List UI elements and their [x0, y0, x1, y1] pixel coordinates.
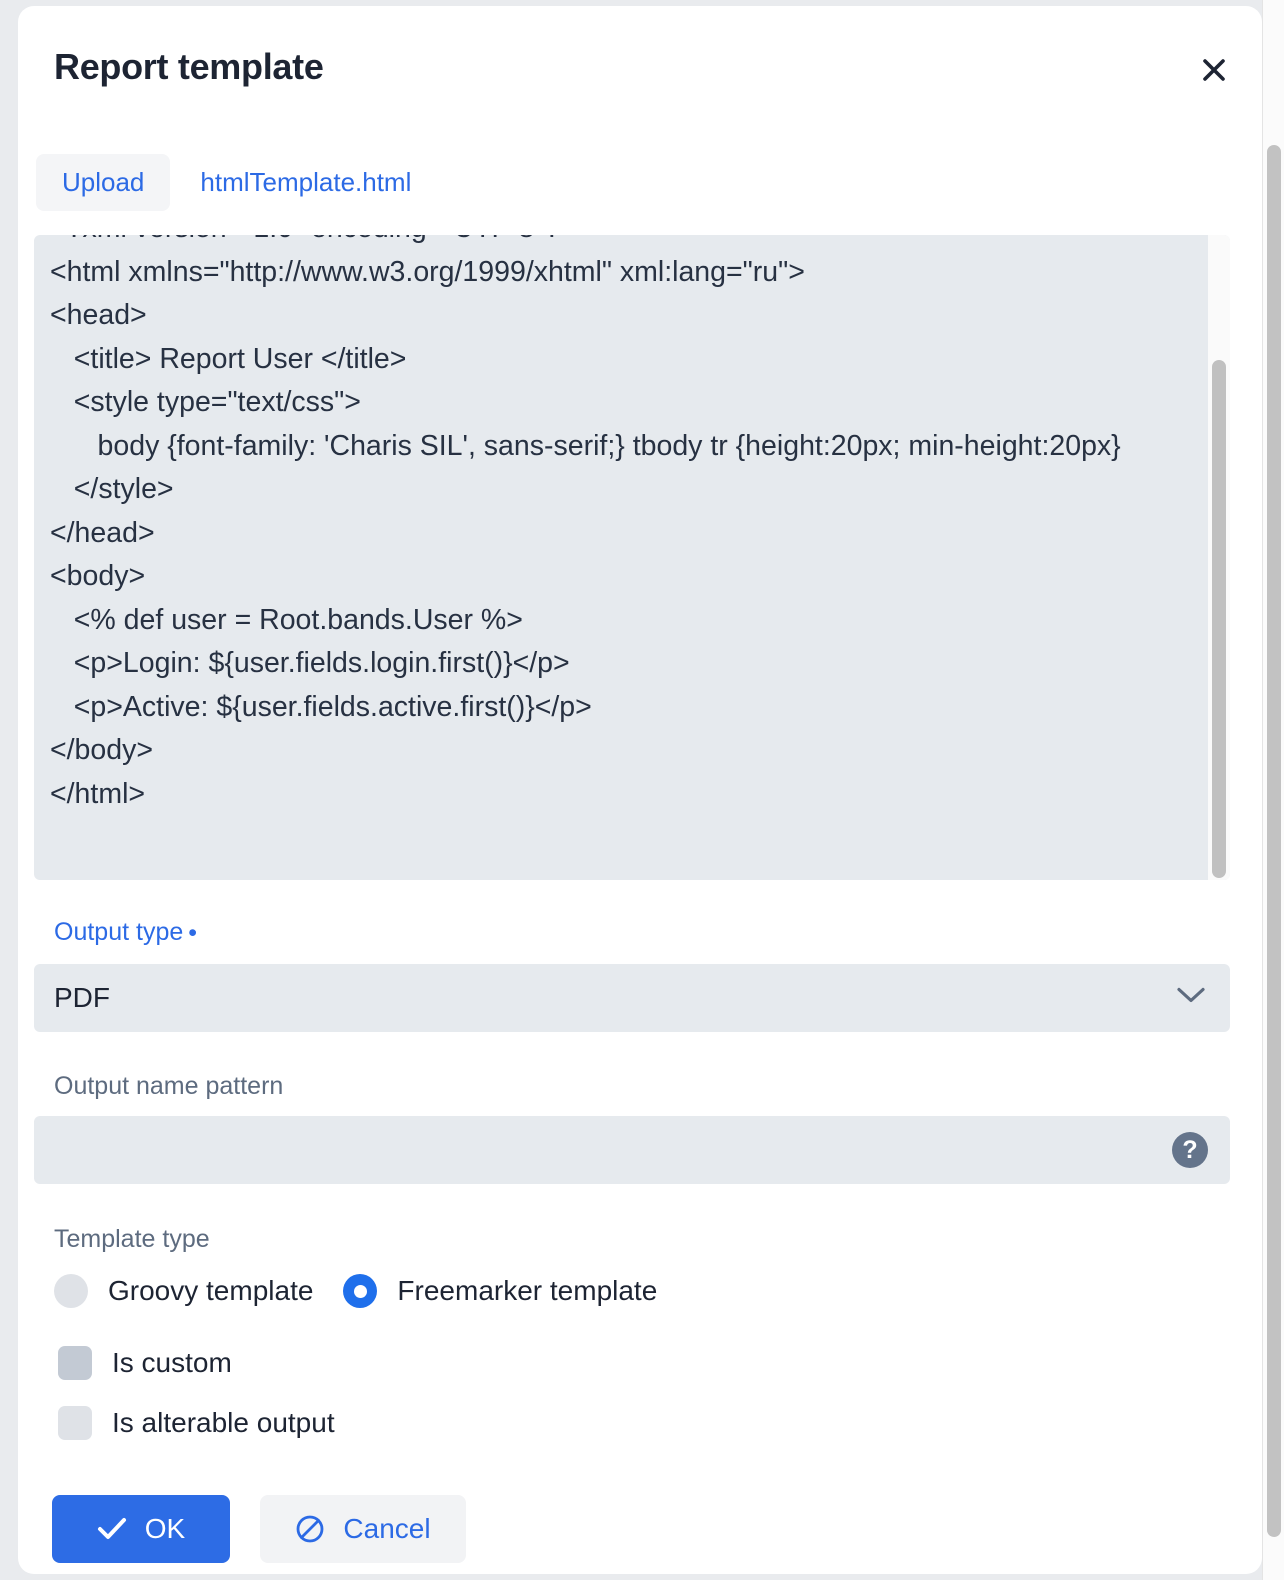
editor-scrollbar-thumb[interactable]: [1212, 360, 1226, 878]
page-scrollbar-thumb[interactable]: [1267, 145, 1281, 1537]
dialog-header: Report template: [18, 6, 1262, 128]
template-type-label: Template type: [54, 1225, 210, 1254]
ok-button[interactable]: OK: [52, 1495, 230, 1563]
checkbox-is-custom[interactable]: Is custom: [58, 1346, 232, 1380]
ok-button-label: OK: [145, 1513, 185, 1545]
required-marker: •: [188, 919, 197, 948]
radio-freemarker-template-label: Freemarker template: [397, 1275, 657, 1307]
output-type-label-text: Output type: [54, 918, 183, 946]
radio-indicator-off[interactable]: [54, 1274, 88, 1308]
report-template-dialog: Report template Upload htmlTemplate.html…: [18, 6, 1262, 1574]
ban-icon: [295, 1514, 325, 1544]
cancel-button-label: Cancel: [343, 1513, 430, 1545]
page-scrollbar[interactable]: [1262, 0, 1284, 1580]
output-name-pattern-input[interactable]: [54, 1133, 1230, 1167]
help-icon[interactable]: ?: [1172, 1132, 1208, 1168]
upload-button[interactable]: Upload: [36, 154, 170, 211]
close-icon[interactable]: [1194, 50, 1234, 90]
check-icon: [97, 1517, 127, 1541]
checkbox-is-custom-label: Is custom: [112, 1347, 232, 1379]
template-code-text[interactable]: <?xml version="1.0" encoding="UTF-8"?> <…: [50, 235, 1190, 816]
checkbox-is-alterable-output[interactable]: Is alterable output: [58, 1406, 335, 1440]
radio-freemarker-template[interactable]: Freemarker template: [343, 1274, 657, 1308]
checkbox-indicator[interactable]: [58, 1406, 92, 1440]
upload-row: Upload htmlTemplate.html: [36, 154, 411, 211]
uploaded-file-link[interactable]: htmlTemplate.html: [200, 167, 411, 198]
chevron-down-icon[interactable]: [1176, 987, 1206, 1010]
output-name-pattern-field[interactable]: ?: [34, 1116, 1230, 1184]
cancel-button[interactable]: Cancel: [260, 1495, 466, 1563]
page-title: Report template: [54, 46, 324, 88]
output-type-label: Output type•: [54, 918, 197, 948]
dialog-footer: OK Cancel: [52, 1495, 466, 1563]
editor-scrollbar[interactable]: [1208, 235, 1230, 880]
output-type-select[interactable]: PDF: [34, 964, 1230, 1032]
template-code-editor[interactable]: <?xml version="1.0" encoding="UTF-8"?> <…: [34, 235, 1230, 880]
output-name-pattern-label: Output name pattern: [54, 1072, 283, 1101]
radio-groovy-template-label: Groovy template: [108, 1275, 313, 1307]
radio-indicator-on[interactable]: [343, 1274, 377, 1308]
template-type-radio-group: Groovy template Freemarker template: [54, 1274, 657, 1308]
checkbox-indicator[interactable]: [58, 1346, 92, 1380]
output-type-value: PDF: [54, 982, 110, 1014]
checkbox-is-alterable-output-label: Is alterable output: [112, 1407, 335, 1439]
radio-groovy-template[interactable]: Groovy template: [54, 1274, 313, 1308]
